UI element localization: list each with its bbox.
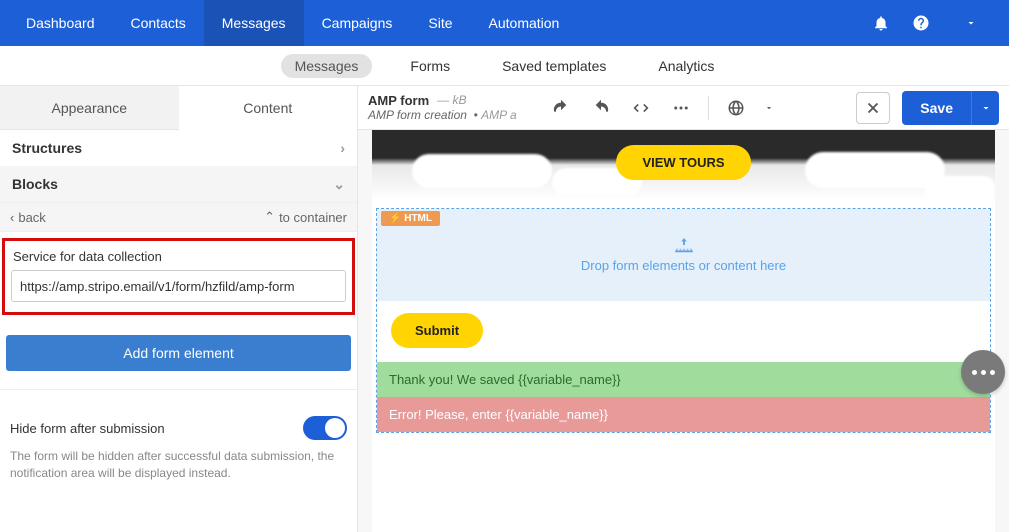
form-container[interactable]: ⚡ HTML Drop form elements or content her… [376, 208, 991, 433]
to-container-label: to container [279, 210, 347, 225]
subnav-analytics[interactable]: Analytics [644, 54, 728, 78]
section-structures[interactable]: Structures › [0, 130, 357, 166]
nav-site[interactable]: Site [410, 0, 470, 46]
save-button[interactable]: Save [902, 91, 971, 125]
undo-icon[interactable] [544, 92, 578, 124]
nav-automation[interactable]: Automation [471, 0, 578, 46]
submit-row: Submit [377, 301, 990, 362]
nav-dashboard[interactable]: Dashboard [8, 0, 113, 46]
doc-size: — kB [437, 93, 466, 107]
doc-subtitle: AMP form creation [368, 108, 467, 122]
email-body: VIEW TOURS ⚡ HTML Drop form elements or … [372, 130, 995, 532]
hide-form-help: The form will be hidden after successful… [0, 440, 357, 482]
section-blocks-label: Blocks [12, 176, 58, 192]
subnav-saved-templates[interactable]: Saved templates [488, 54, 620, 78]
submit-button[interactable]: Submit [391, 313, 483, 348]
section-structures-label: Structures [12, 140, 82, 156]
service-url-input[interactable] [11, 270, 346, 302]
doc-title: AMP form [368, 93, 429, 109]
tab-content[interactable]: Content [179, 86, 358, 130]
drop-zone[interactable]: Drop form elements or content here [377, 209, 990, 301]
chevron-up-icon: ⌃ [264, 209, 275, 225]
chevron-left-icon: ‹ [10, 210, 14, 225]
add-form-element-button[interactable]: Add form element [6, 335, 351, 371]
error-message: Error! Please, enter {{variable_name}} [377, 397, 990, 432]
hide-form-label: Hide form after submission [10, 421, 165, 436]
code-icon[interactable] [624, 92, 658, 124]
chevron-down-icon: ⌄ [333, 176, 345, 193]
doc-title-block: AMP form— kB AMP form creation • AMP a [368, 93, 538, 123]
tab-appearance[interactable]: Appearance [0, 86, 179, 130]
help-icon[interactable] [901, 0, 941, 46]
nav-campaigns[interactable]: Campaigns [304, 0, 411, 46]
editor-pane: AMP form— kB AMP form creation • AMP a S… [358, 86, 1009, 532]
hide-form-toggle[interactable] [303, 416, 347, 440]
more-icon[interactable] [664, 92, 698, 124]
globe-icon[interactable] [719, 92, 753, 124]
subnav-messages[interactable]: Messages [281, 54, 373, 78]
globe-dropdown[interactable] [759, 92, 779, 124]
chevron-right-icon: › [340, 140, 345, 156]
panel-tabs: Appearance Content [0, 86, 357, 130]
service-highlight: Service for data collection [2, 238, 355, 315]
doc-amp-tag: AMP a [481, 108, 517, 122]
breadcrumb-row: ‹ back ⌃ to container [0, 202, 357, 232]
user-menu[interactable] [941, 0, 1001, 46]
redo-icon[interactable] [584, 92, 618, 124]
subnav-forms[interactable]: Forms [396, 54, 464, 78]
html-badge: ⚡ HTML [381, 211, 440, 226]
nav-contacts[interactable]: Contacts [113, 0, 204, 46]
success-message: Thank you! We saved {{variable_name}} [377, 362, 990, 397]
editor-toolbar: AMP form— kB AMP form creation • AMP a S… [358, 86, 1009, 130]
left-panel: Appearance Content Structures › Blocks ⌄… [0, 86, 358, 532]
back-label: back [18, 210, 45, 225]
view-tours-button[interactable]: VIEW TOURS [616, 145, 750, 180]
to-container-button[interactable]: ⌃ to container [264, 209, 347, 225]
close-icon[interactable] [856, 92, 890, 124]
drop-text: Drop form elements or content here [581, 258, 786, 273]
back-button[interactable]: ‹ back [10, 210, 46, 225]
nav-messages[interactable]: Messages [204, 0, 304, 46]
drop-icon [673, 238, 695, 254]
floating-more-button[interactable] [961, 350, 1005, 394]
canvas: VIEW TOURS ⚡ HTML Drop form elements or … [358, 130, 1009, 532]
section-blocks[interactable]: Blocks ⌄ [0, 166, 357, 202]
hero-block: VIEW TOURS [372, 130, 995, 200]
save-dropdown[interactable] [971, 91, 999, 125]
hide-form-toggle-row: Hide form after submission [0, 416, 357, 440]
nav-links: Dashboard Contacts Messages Campaigns Si… [8, 0, 577, 46]
sub-nav: Messages Forms Saved templates Analytics [0, 46, 1009, 86]
bell-icon[interactable] [861, 0, 901, 46]
top-nav: Dashboard Contacts Messages Campaigns Si… [0, 0, 1009, 46]
service-label: Service for data collection [11, 249, 346, 264]
